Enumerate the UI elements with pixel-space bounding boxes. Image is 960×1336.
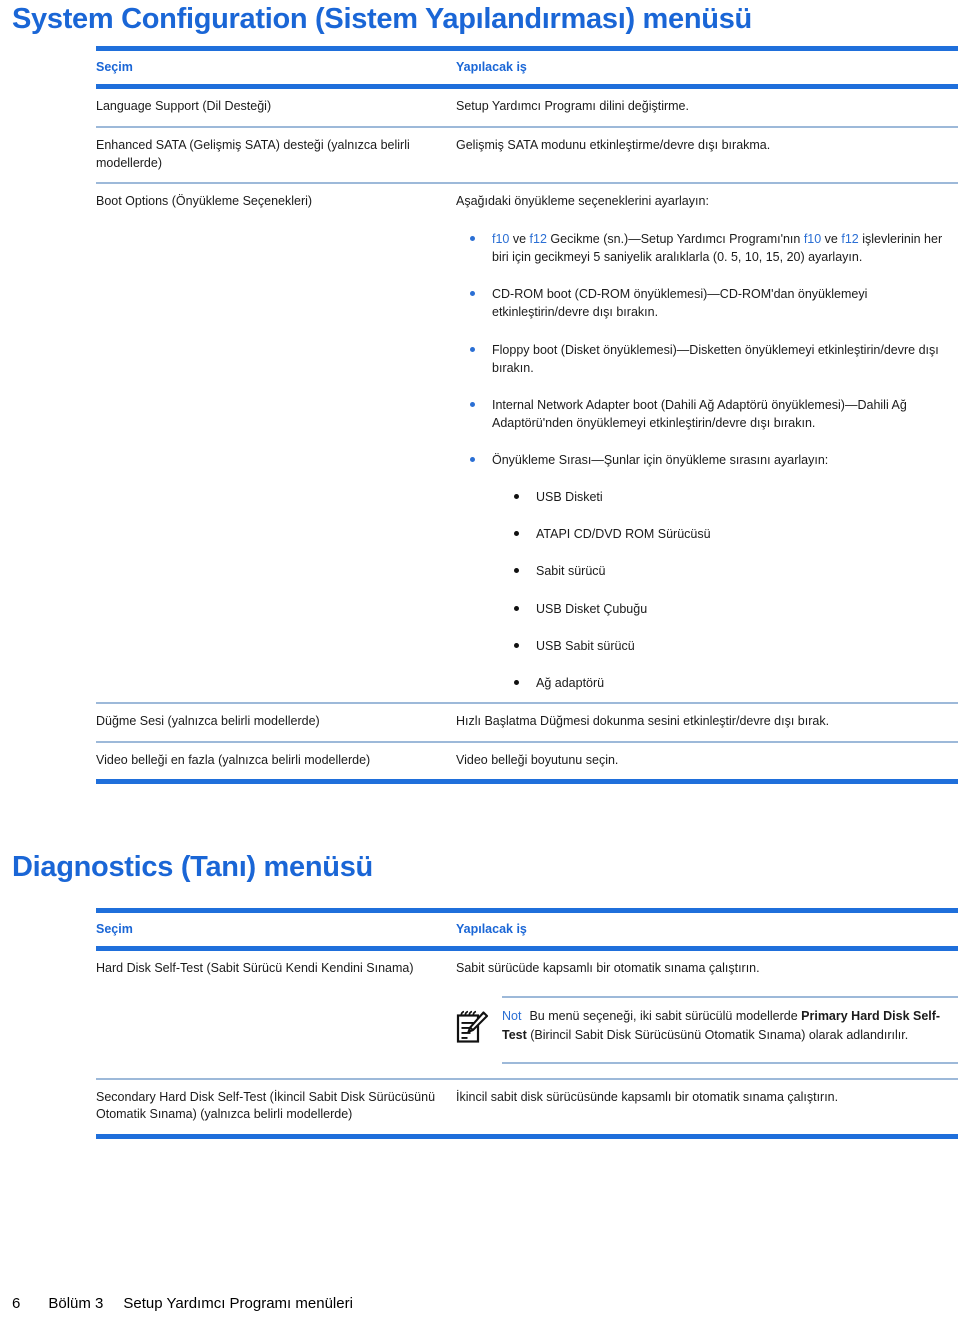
footer-page-number: 6 (12, 1295, 21, 1312)
text-run: Bu menü seçeneği, iki sabit sürücülü mod… (529, 1008, 802, 1023)
boot-order-item: Ağ adaptörü (492, 674, 958, 692)
row-label: Secondary Hard Disk Self-Test (İkincil S… (96, 1089, 436, 1122)
note-bottom-rule (502, 1061, 958, 1064)
boot-option-item: f10 ve f12 Gecikme (sn.)—Setup Yardımcı … (456, 230, 958, 266)
row-label: Language Support (Dil Desteği) (96, 99, 272, 113)
diagnostics-heading: Diagnostics (Tanı) menüsü (12, 851, 373, 883)
note-text: Not Bu menü seçeneği, iki sabit sürücülü … (502, 1007, 958, 1045)
text-run: Gecikme (sn.)—Setup Yardımcı Programı'nı… (546, 232, 804, 246)
footer-chapter: Bölüm 3 (48, 1295, 104, 1312)
row-label: Boot Options (Önyükleme Seçenekleri) (96, 194, 313, 209)
system-configuration-table: Seçim Yapılacak iş Language Support (Dil… (96, 46, 958, 785)
table-row: Enhanced SATA (Gelişmiş SATA) desteği (y… (96, 128, 958, 183)
table-header-row: Seçim Yapılacak iş (96, 51, 958, 84)
text-run: Önyükleme Sırası—Şunlar için önyükleme s… (492, 453, 829, 467)
table-row: Hard Disk Self-Test (Sabit Sürücü Kendi … (96, 951, 958, 1078)
boot-option-item: Internal Network Adapter boot (Dahili Ağ… (456, 396, 958, 432)
boot-options-intro: Aşağıdaki önyükleme seçeneklerini ayarla… (456, 194, 709, 209)
table-bottom-rule (96, 1134, 958, 1139)
note-label: Not (502, 1008, 522, 1023)
row-label: Hard Disk Self-Test (Sabit Sürücü Kendi … (96, 961, 414, 975)
row-description: Video belleği boyutunu seçin. (456, 752, 619, 767)
boot-option-item: Önyükleme Sırası—Şunlar için önyükleme s… (456, 451, 958, 692)
row-label: Video belleği en fazla (yalnızca belirli… (96, 752, 371, 767)
column-header-secim: Seçim (96, 60, 133, 74)
diagnostics-table: Seçim Yapılacak iş Hard Disk Self-Test (… (96, 908, 958, 1139)
boot-order-list: USB Disketi ATAPI CD/DVD ROM Sürücüsü Sabi… (492, 488, 958, 692)
function-key-ref: f10 (803, 232, 822, 246)
table-row: Secondary Hard Disk Self-Test (İkincil S… (96, 1080, 958, 1135)
table-bottom-rule (96, 779, 958, 785)
row-description: Sabit sürücüde kapsamlı bir otomatik sın… (456, 960, 958, 1068)
text-run: ve (821, 232, 842, 246)
column-header-yapilacak-is: Yapılacak iş (456, 60, 527, 74)
function-key-ref: f12 (841, 232, 859, 246)
table-row: Düğme Sesi (yalnızca belirli modellerde)… (96, 704, 958, 741)
function-key-ref: f12 (529, 232, 547, 246)
row-label: Düğme Sesi (yalnızca belirli modellerde) (96, 713, 320, 728)
boot-options-list: f10 ve f12 Gecikme (sn.)—Setup Yardımcı … (456, 230, 958, 692)
table-row: Boot Options (Önyükleme Seçenekleri) Aşa… (96, 184, 958, 702)
document-page: System Configuration (Sistem Yapılandırm… (0, 0, 960, 1336)
note-body-text: Bu menü seçeneği, iki sabit sürücülü mod… (502, 1009, 940, 1042)
text-run: Internal Network Adapter boot (Dahili Ağ… (492, 397, 907, 430)
text-run: CD-ROM boot (CD-ROM önyüklemesi)—CD-ROM'… (492, 287, 868, 320)
text-run: ve (509, 232, 530, 246)
boot-option-item: Floppy boot (Disket önyüklemesi)—Diskett… (456, 341, 958, 377)
boot-order-item: USB Sabit sürücü (492, 637, 958, 655)
function-key-ref: f10 (492, 232, 510, 246)
column-header-secim: Seçim (96, 922, 133, 936)
table-header-row: Seçim Yapılacak iş (96, 913, 958, 946)
row-description: Hızlı Başlatma Düğmesi dokunma sesini et… (456, 713, 830, 728)
row-label: Enhanced SATA (Gelişmiş SATA) desteği (y… (96, 137, 410, 170)
note-pencil-icon (456, 1007, 502, 1051)
table-row: Language Support (Dil Desteği) Setup Yar… (96, 89, 958, 126)
boot-option-item: CD-ROM boot (CD-ROM önyüklemesi)—CD-ROM'… (456, 285, 958, 321)
row-description: Setup Yardımcı Programı dilini değiştirm… (456, 99, 689, 113)
column-header-yapilacak-is: Yapılacak iş (456, 922, 527, 936)
boot-order-item: USB Disketi (492, 488, 958, 506)
table-row: Video belleği en fazla (yalnızca belirli… (96, 743, 958, 780)
row-description: İkincil sabit disk sürücüsünde kapsamlı … (456, 1089, 839, 1104)
footer-title: Setup Yardımcı Programı menüleri (123, 1295, 353, 1312)
text-run: Floppy boot (Disket önyüklemesi)—Diskett… (492, 342, 939, 375)
page-footer: 6 Bölüm 3 Setup Yardımcı Programı menüle… (12, 1295, 353, 1312)
boot-order-item: USB Disket Çubuğu (492, 600, 958, 618)
row-description: Aşağıdaki önyükleme seçeneklerini ayarla… (456, 193, 958, 692)
hard-disk-self-test-description: Sabit sürücüde kapsamlı bir otomatik sın… (456, 961, 760, 975)
boot-order-item: ATAPI CD/DVD ROM Sürücüsü (492, 525, 958, 543)
system-configuration-heading: System Configuration (Sistem Yapılandırm… (12, 3, 752, 35)
note-callout: Not Bu menü seçeneği, iki sabit sürücülü … (456, 995, 958, 1064)
row-description: Gelişmiş SATA modunu etkinleştirme/devre… (456, 137, 771, 152)
boot-order-item: Sabit sürücü (492, 562, 958, 580)
text-run: (Birincil Sabit Disk Sürücüsünü Otomatik… (526, 1027, 909, 1042)
